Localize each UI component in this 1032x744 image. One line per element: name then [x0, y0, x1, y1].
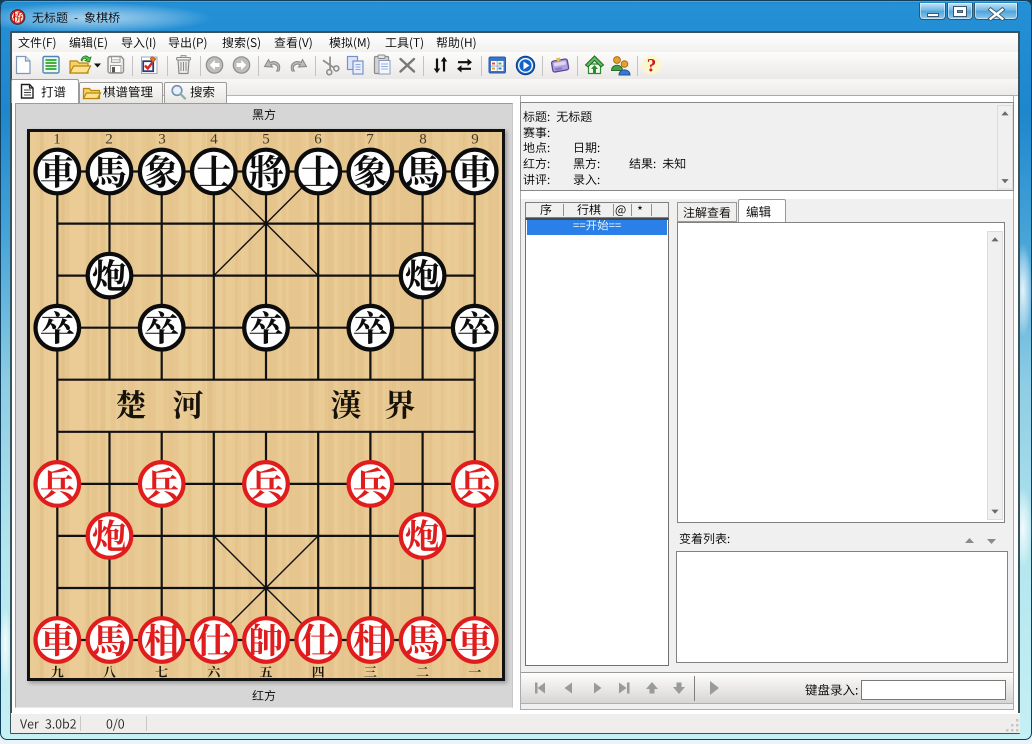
- svg-text:9: 9: [471, 132, 479, 148]
- svg-text:8: 8: [419, 132, 427, 148]
- svg-text:3: 3: [158, 132, 166, 148]
- svg-text:6: 6: [314, 132, 322, 148]
- svg-text:4: 4: [210, 132, 218, 148]
- svg-text:?: ?: [647, 55, 657, 76]
- svg-text:5: 5: [262, 132, 270, 148]
- svg-text:2: 2: [105, 132, 113, 148]
- svg-text:1: 1: [53, 132, 61, 148]
- svg-text:7: 7: [366, 132, 374, 148]
